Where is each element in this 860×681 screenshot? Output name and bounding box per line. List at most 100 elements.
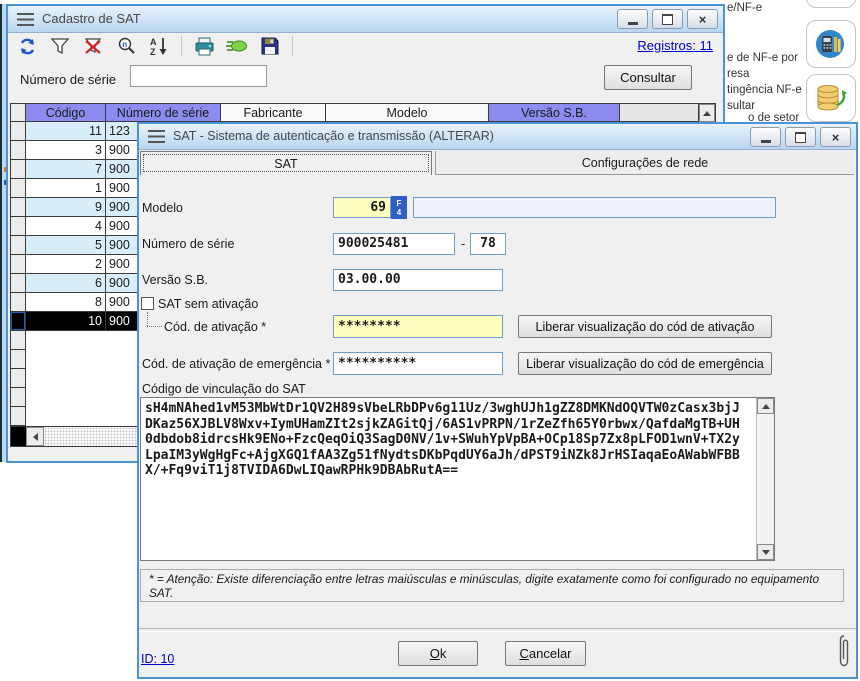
footer-divider	[139, 628, 856, 632]
scroll-up-button[interactable]	[757, 398, 774, 414]
cadastro-titlebar[interactable]: Cadastro de SAT ×	[8, 6, 723, 33]
fiscal-calculator-button[interactable]	[806, 20, 856, 68]
cadastro-window-title: Cadastro de SAT	[42, 6, 141, 31]
modelo-label: Modelo	[142, 201, 183, 215]
svg-text:n: n	[122, 40, 127, 49]
close-icon: ×	[832, 131, 840, 144]
arrow-left-icon	[33, 433, 38, 441]
close-button[interactable]: ×	[820, 127, 851, 147]
calculator-icon	[811, 24, 851, 64]
grid-header-modelo[interactable]: Modelo	[326, 104, 489, 122]
sort-button[interactable]: A Z	[148, 35, 170, 57]
serie-separator: -	[461, 237, 465, 251]
maximize-button[interactable]	[652, 9, 683, 29]
clear-filter-button[interactable]	[82, 35, 104, 57]
id-link[interactable]: ID: 10	[141, 652, 174, 666]
find-button[interactable]: n	[115, 35, 137, 57]
minimize-button[interactable]	[750, 127, 781, 147]
arrow-up-icon	[703, 111, 711, 116]
registros-link[interactable]: Registros: 11	[637, 38, 713, 53]
sat-sem-ativacao-checkbox[interactable]	[141, 297, 154, 310]
background-text-fragment: e/NF-e	[727, 2, 762, 14]
cod-ativacao-label: Cód. de ativação *	[164, 320, 266, 334]
scroll-corner-box	[11, 427, 26, 446]
consultar-button[interactable]: Consultar	[604, 65, 692, 90]
save-icon	[261, 37, 279, 55]
refresh-icon	[18, 37, 37, 56]
minimize-button[interactable]	[617, 9, 648, 29]
vinculacao-scrollbar[interactable]	[756, 398, 774, 560]
paperclip-icon[interactable]	[838, 634, 850, 668]
background-text-fragment: e de NF-e por	[727, 52, 798, 64]
toolbar-separator	[292, 36, 293, 56]
tab-sat[interactable]: SAT	[140, 151, 432, 175]
menu-icon[interactable]	[17, 13, 34, 26]
versao-sb-field[interactable]: 03.00.00	[333, 269, 503, 291]
versao-sb-label: Versão S.B.	[142, 273, 208, 287]
maximize-icon	[662, 14, 673, 25]
search-label: Número de série	[20, 72, 116, 87]
coins-icon	[811, 78, 851, 118]
background-text-fragment: sultar	[727, 100, 755, 112]
numero-serie-field[interactable]: 900025481	[333, 233, 455, 255]
toolbar: n A Z	[8, 32, 723, 60]
background-text-fragment: resa	[727, 68, 749, 80]
filter-button[interactable]	[49, 35, 71, 57]
menu-icon[interactable]	[148, 130, 165, 143]
vinculacao-textarea[interactable]: sH4mNAhed1vM53MbWtDr1QV2H89sVbeLRbDPv6g1…	[140, 397, 775, 561]
sat-sem-ativacao-label: SAT sem ativação	[158, 297, 258, 311]
quick-export-button[interactable]	[226, 35, 248, 57]
case-sensitive-note: * = Atenção: Existe diferenciação entre …	[140, 569, 844, 602]
backup-coins-button[interactable]	[806, 74, 856, 122]
numero-serie-label: Número de série	[142, 237, 234, 251]
toolbar-separator	[181, 36, 182, 56]
close-button[interactable]: ×	[687, 9, 718, 29]
background-text-fragment: tingência NF-e	[727, 84, 802, 96]
sat-window-title: SAT - Sistema de autenticação e transmis…	[173, 124, 494, 148]
grid-scroll-up-button[interactable]	[699, 104, 715, 122]
refresh-button[interactable]	[16, 35, 38, 57]
modelo-f4-button[interactable]: F4	[391, 196, 407, 219]
modelo-descricao-field	[413, 197, 776, 218]
grid-scroll-left-button[interactable]	[26, 427, 44, 446]
minimize-icon	[761, 140, 771, 143]
empty-row-selector	[11, 350, 26, 369]
cod-emergencia-label: Cód. de ativação de emergência *	[142, 357, 330, 371]
cod-ativacao-field[interactable]: ********	[333, 315, 503, 338]
tab-configuracoes-de-rede[interactable]: Configurações de rede	[435, 151, 854, 175]
ok-button[interactable]: Ok	[398, 641, 478, 666]
maximize-icon	[795, 132, 806, 143]
print-button[interactable]	[193, 35, 215, 57]
svg-text:Z: Z	[150, 47, 156, 56]
arrow-down-icon	[762, 550, 770, 555]
grid-header-versao[interactable]: Versão S.B.	[489, 104, 620, 122]
empty-row-selector	[11, 369, 26, 388]
cancelar-button[interactable]: Cancelar	[505, 641, 586, 666]
sat-titlebar[interactable]: SAT - Sistema de autenticação e transmis…	[139, 124, 856, 150]
sidebar-button-partial[interactable]	[806, 0, 856, 8]
serie-digito-field[interactable]: 78	[470, 233, 506, 255]
find-icon: n	[116, 36, 136, 56]
vinculacao-label: Código de vinculação do SAT	[142, 382, 306, 396]
sort-az-icon: A Z	[149, 36, 169, 56]
grid-header-fabricante[interactable]: Fabricante	[221, 104, 326, 122]
connector-line	[147, 312, 148, 326]
search-input[interactable]	[130, 65, 267, 87]
grid-header-serie[interactable]: Número de série	[106, 104, 221, 122]
filter-icon	[50, 37, 70, 55]
minimize-icon	[628, 22, 638, 25]
save-button[interactable]	[259, 35, 281, 57]
liberar-visualizacao-emergencia-button[interactable]: Liberar visualização do cód de emergênci…	[518, 352, 772, 375]
sat-dialog-window: SAT - Sistema de autenticação e transmis…	[137, 122, 858, 679]
empty-row-selector	[11, 407, 26, 426]
svg-text:A: A	[150, 37, 157, 47]
scroll-down-button[interactable]	[757, 544, 774, 560]
grid-header-codigo[interactable]: Código	[26, 104, 106, 122]
quick-export-icon	[226, 38, 248, 54]
liberar-visualizacao-ativacao-button[interactable]: Liberar visualização do cód de ativação	[518, 315, 772, 338]
maximize-button[interactable]	[785, 127, 816, 147]
printer-icon	[194, 37, 215, 56]
cod-emergencia-field[interactable]: **********	[333, 352, 503, 375]
modelo-field[interactable]: 69	[333, 197, 391, 218]
vinculacao-code: sH4mNAhed1vM53MbWtDr1QV2H89sVbeLRbDPv6g1…	[145, 401, 753, 557]
